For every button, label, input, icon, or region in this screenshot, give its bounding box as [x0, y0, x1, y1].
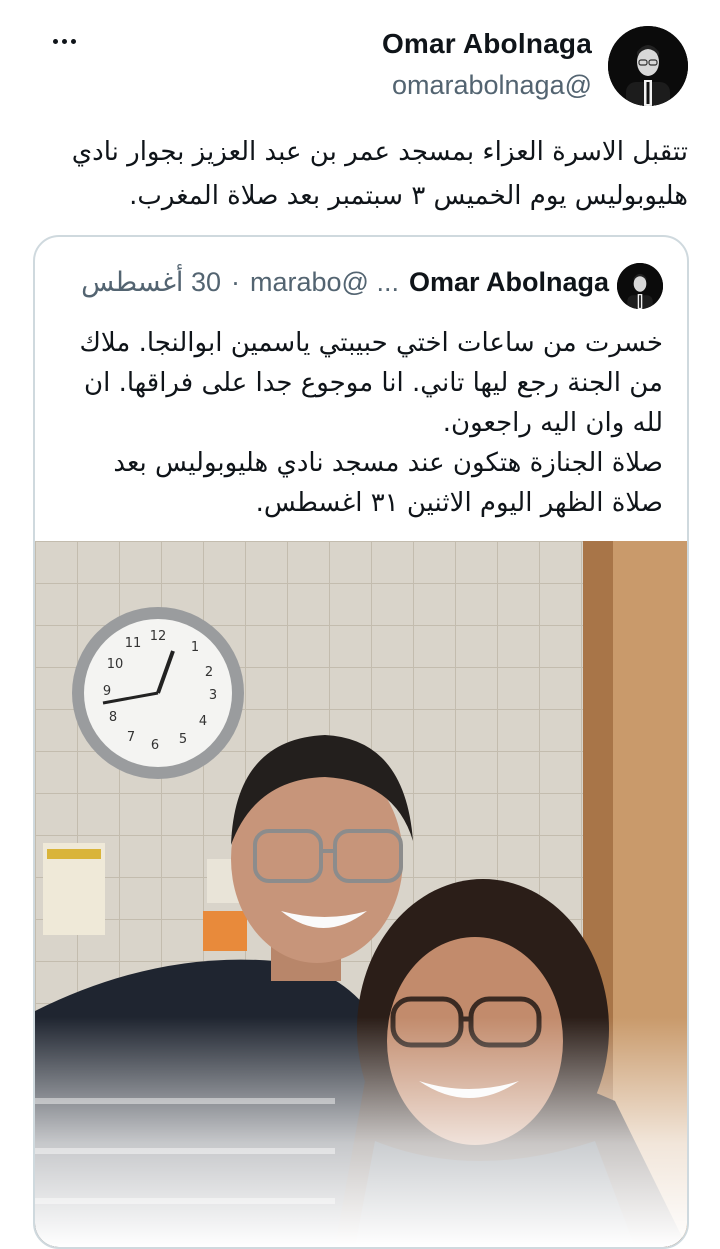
author-handle[interactable]: omarabolnaga@	[392, 70, 592, 101]
meta-separator: ·	[230, 267, 240, 297]
svg-text:4: 4	[199, 714, 207, 729]
quoted-author-avatar[interactable]	[617, 263, 663, 309]
quoted-text-line: صلاة الظهر اليوم الاثنين ٣١ اغسطس.	[255, 488, 663, 518]
svg-text:11: 11	[125, 636, 142, 651]
quoted-date[interactable]: 30 أغسطس	[81, 267, 221, 298]
quoted-author-handle[interactable]: marabo@ ...	[250, 267, 399, 298]
quoted-tweet-card[interactable]: Omar Abolnaga marabo@ ... · 30 أغسطس خسر…	[33, 235, 689, 1249]
quoted-text-line: خسرت من ساعات اختي حبيبتي ياسمين ابوالنج…	[79, 328, 663, 358]
tweet: Omar Abolnaga omarabolnaga@ تتقبل الاسرة…	[0, 0, 720, 1249]
svg-text:9: 9	[103, 684, 111, 699]
quoted-author-name[interactable]: Omar Abolnaga	[409, 267, 609, 298]
author-avatar[interactable]	[608, 26, 688, 106]
svg-text:7: 7	[127, 730, 135, 745]
more-options-button[interactable]	[44, 26, 84, 56]
svg-text:1: 1	[191, 640, 199, 655]
quoted-text-line: لله وان اليه راجعون.	[442, 408, 663, 438]
quoted-meta: Omar Abolnaga marabo@ ... · 30 أغسطس	[81, 267, 609, 298]
photo-fade-overlay	[35, 1017, 687, 1247]
tweet-text: تتقبل الاسرة العزاء بمسجد عمر بن عبد الع…	[71, 137, 688, 211]
more-horizontal-icon	[52, 38, 58, 44]
quoted-text-line: من الجنة رجع ليها تاني. انا موجوع جدا عل…	[84, 368, 663, 398]
quoted-photo[interactable]: 12 1 2 345 678 9 10 11	[35, 541, 687, 1247]
author-name[interactable]: Omar Abolnaga	[382, 28, 592, 60]
svg-text:3: 3	[209, 688, 217, 703]
quoted-text-line: صلاة الجنازة هتكون عند مسجد نادي هليوبول…	[113, 448, 663, 478]
svg-text:8: 8	[109, 710, 117, 725]
svg-text:5: 5	[179, 732, 187, 747]
svg-text:2: 2	[205, 665, 213, 680]
quoted-text: خسرت من ساعات اختي حبيبتي ياسمين ابوالنج…	[57, 323, 663, 523]
svg-text:10: 10	[107, 657, 124, 672]
svg-text:12: 12	[150, 629, 167, 644]
svg-text:6: 6	[151, 738, 159, 753]
